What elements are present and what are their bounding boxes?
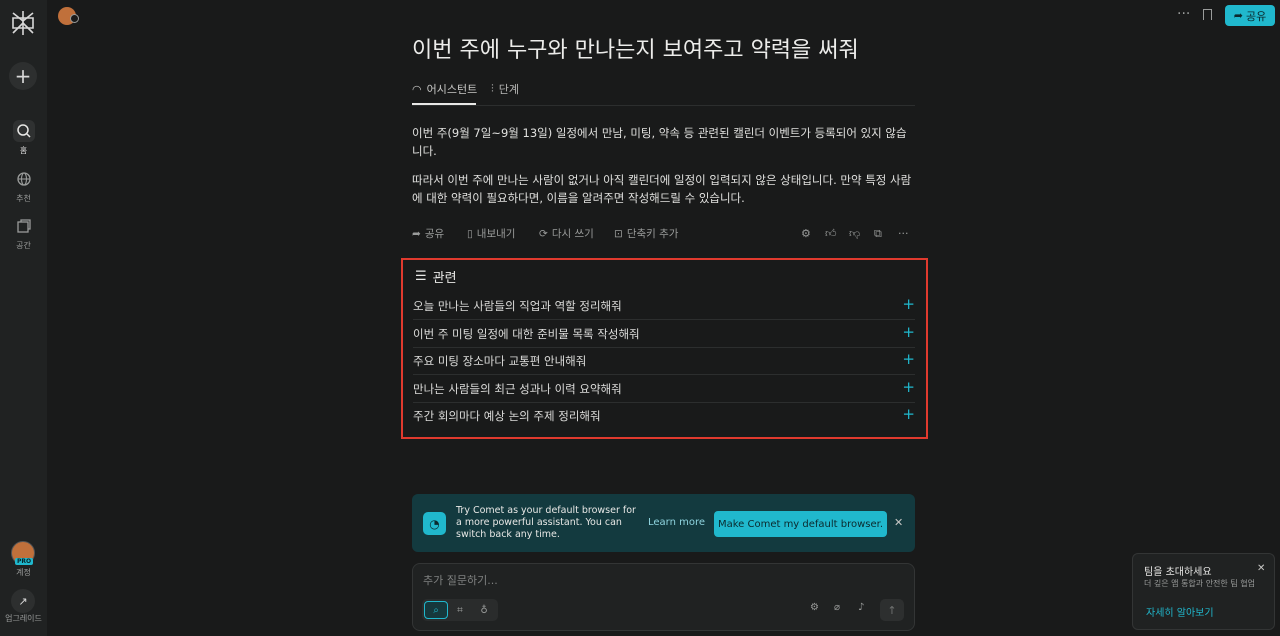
- labs-mode-icon[interactable]: ♁: [472, 601, 496, 619]
- related-item-label: 이번 주 미팅 일정에 대한 준비물 목록 작성해줘: [413, 327, 640, 341]
- invite-description: 더 깊은 앱 통합과 안전한 팀 협업: [1144, 579, 1255, 588]
- plus-icon: +: [902, 323, 915, 341]
- perplexity-logo[interactable]: [11, 10, 35, 36]
- close-icon[interactable]: ✕: [894, 516, 903, 529]
- answer-actions: ➦ 공유 ▯ 내보내기 ⟳ 다시 쓰기 ⊡ 단축키 추가 ⚙ 👍︎ 👎︎ ⧉ ···: [412, 226, 915, 242]
- related-section: ☰ 관련 오늘 만나는 사람들의 직업과 역할 정리해줘 + 이번 주 미팅 일…: [401, 258, 928, 439]
- learn-more-link[interactable]: Learn more: [648, 517, 705, 528]
- share-button-label: 공유: [1245, 9, 1267, 23]
- arrow-up-right-icon[interactable]: ↗: [11, 589, 35, 613]
- steps-icon: ⫶: [491, 82, 494, 95]
- action-label: 내보내기: [476, 228, 516, 240]
- arrow-up-icon: ↑: [887, 603, 897, 617]
- follow-up-placeholder: 추가 질문하기...: [423, 574, 498, 587]
- sidebar-item-label: 홈: [19, 146, 28, 155]
- sidebar-item-home[interactable]: 홈: [0, 120, 47, 156]
- plus-icon: +: [902, 295, 915, 313]
- document-icon: ▯: [467, 227, 473, 240]
- related-heading-label: 관련: [432, 271, 457, 286]
- promo-text: Try Comet as your default browser for a …: [456, 505, 636, 540]
- plus-icon: +: [902, 350, 915, 368]
- tab-assistant[interactable]: ◠ 어시스턴트: [412, 81, 478, 105]
- related-item[interactable]: 주간 회의마다 예상 논의 주제 정리해줘 +: [413, 402, 915, 430]
- related-item-label: 주요 미팅 장소마다 교통편 안내해줘: [413, 354, 587, 368]
- invite-team-card: 팀을 초대하세요 ✕ 더 깊은 앱 통합과 안전한 팀 협업 자세히 알아보기: [1132, 553, 1275, 630]
- globe-icon: [13, 168, 35, 190]
- add-shortcut-button[interactable]: ⊡ 단축키 추가: [614, 226, 678, 241]
- attach-icon[interactable]: ⌀: [834, 602, 840, 613]
- search-mode-toggle: ⌕ ⌗ ♁: [422, 599, 498, 621]
- more-icon[interactable]: ···: [898, 227, 909, 240]
- share-icon: ➦: [1233, 9, 1243, 22]
- sidebar-item-discover[interactable]: 추천: [0, 168, 47, 204]
- microphone-icon[interactable]: ♪: [858, 602, 864, 613]
- comet-icon: ◔: [423, 512, 446, 535]
- rewrite-button[interactable]: ⟳ 다시 쓰기: [539, 226, 594, 241]
- share-icon: ➦: [412, 227, 421, 240]
- more-icon[interactable]: ···: [1177, 6, 1190, 22]
- tab-label: 어시스턴트: [426, 83, 478, 96]
- spaces-icon: [13, 215, 35, 237]
- sidebar-item-spaces[interactable]: 공간: [0, 215, 47, 251]
- send-button[interactable]: ↑: [880, 599, 904, 621]
- related-item[interactable]: 주요 미팅 장소마다 교통편 안내해줘 +: [413, 347, 915, 375]
- clock-icon: [70, 14, 79, 23]
- related-icon: ☰: [415, 269, 427, 284]
- related-item[interactable]: 오늘 만나는 사람들의 직업과 역할 정리해줘 +: [413, 292, 915, 320]
- plus-icon: +: [14, 64, 32, 88]
- account-label[interactable]: 계정: [0, 567, 47, 578]
- search-icon: [12, 120, 35, 142]
- sidebar: + 홈 추천 공간 PRO 계정 ↗ 업그레이드: [0, 0, 47, 636]
- refresh-icon: ⟳: [539, 227, 548, 240]
- plus-icon: +: [902, 405, 915, 423]
- close-icon[interactable]: ✕: [1257, 563, 1265, 574]
- upgrade-label[interactable]: 업그레이드: [0, 613, 47, 624]
- plus-icon: +: [902, 378, 915, 396]
- related-item-label: 주간 회의마다 예상 논의 주제 정리해줘: [413, 409, 601, 423]
- model-icon[interactable]: ⚙: [801, 227, 811, 240]
- action-label: 공유: [424, 228, 445, 240]
- search-mode-icon[interactable]: ⌕: [424, 601, 448, 619]
- export-button[interactable]: ▯ 내보내기: [467, 226, 515, 241]
- thumbs-down-icon[interactable]: 👎︎: [849, 227, 860, 240]
- related-item[interactable]: 이번 주 미팅 일정에 대한 준비물 목록 작성해줘 +: [413, 320, 915, 348]
- thumbs-up-icon[interactable]: 👍︎: [825, 227, 837, 240]
- new-thread-button[interactable]: +: [9, 62, 37, 90]
- bookmark-icon[interactable]: [1203, 9, 1212, 20]
- set-default-browser-button[interactable]: Make Comet my default browser.: [714, 511, 887, 537]
- sidebar-item-label: 공간: [16, 241, 31, 250]
- pro-badge: PRO: [15, 558, 34, 565]
- tab-label: 단계: [498, 83, 519, 96]
- thread-tabs: ◠ 어시스턴트 ⫶ 단계: [412, 78, 915, 106]
- share-button[interactable]: ➦ 공유: [1225, 5, 1275, 26]
- related-item[interactable]: 만나는 사람들의 최근 성과나 이력 요약해줘 +: [413, 375, 915, 403]
- action-label: 단축키 추가: [626, 228, 679, 240]
- comet-promo-banner: ◔ Try Comet as your default browser for …: [412, 494, 915, 552]
- copy-icon[interactable]: ⧉: [874, 227, 882, 241]
- related-item-label: 오늘 만나는 사람들의 직업과 역할 정리해줘: [413, 299, 622, 313]
- sidebar-item-label: 추천: [16, 194, 31, 203]
- action-label: 다시 쓰기: [551, 228, 594, 240]
- research-mode-icon[interactable]: ⌗: [448, 601, 472, 619]
- answer-share-button[interactable]: ➦ 공유: [412, 226, 444, 241]
- answer-body: 이번 주(9월 7일~9월 13일) 일정에서 만남, 미팅, 약속 등 관련된…: [412, 124, 914, 218]
- learn-more-link[interactable]: 자세히 알아보기: [1146, 604, 1214, 619]
- answer-paragraph: 이번 주(9월 7일~9월 13일) 일정에서 만남, 미팅, 약속 등 관련된…: [412, 126, 907, 158]
- model-select-icon[interactable]: ⚙: [810, 602, 819, 613]
- tab-steps[interactable]: ⫶ 단계: [491, 81, 519, 97]
- thread-title: 이번 주에 누구와 만나는지 보여주고 약력을 써줘: [412, 38, 859, 63]
- invite-title: 팀을 초대하세요: [1144, 567, 1212, 578]
- follow-up-input[interactable]: 추가 질문하기... ⌕ ⌗ ♁ ⚙ ⌀ ♪ ↑: [412, 563, 915, 631]
- assistant-icon: ◠: [412, 82, 422, 96]
- related-item-label: 만나는 사람들의 최근 성과나 이력 요약해줘: [413, 382, 622, 396]
- answer-paragraph: 따라서 이번 주에 만나는 사람이 없거나 아직 캘린더에 일정이 입력되지 않…: [412, 173, 912, 205]
- shortcut-icon: ⊡: [614, 227, 623, 240]
- related-heading: ☰ 관련: [415, 267, 457, 286]
